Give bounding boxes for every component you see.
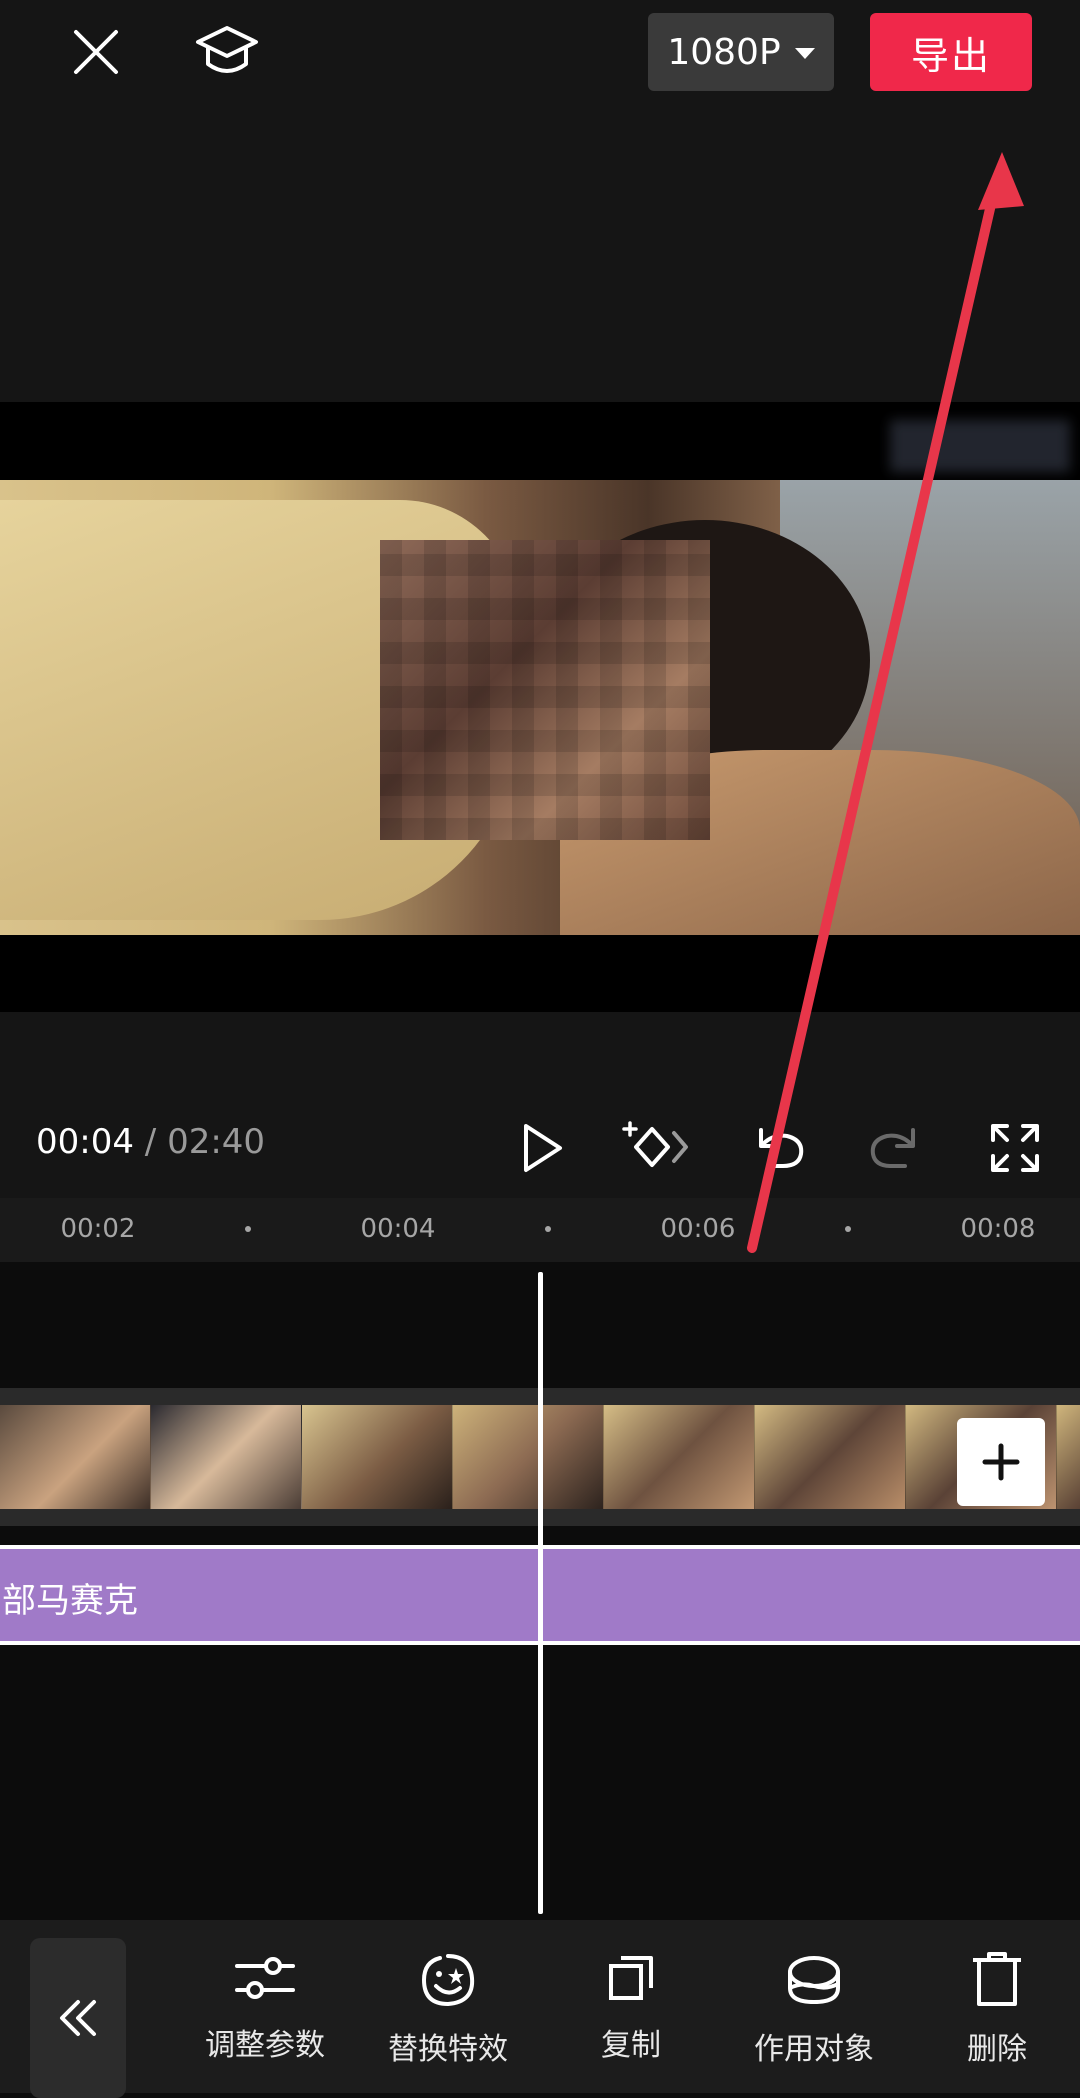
tool-replace-effect[interactable]: 替换特效 [373, 1950, 523, 2068]
clip-thumbnail [604, 1405, 755, 1509]
double-chevron-left-icon [60, 2000, 96, 2036]
ruler-dot [845, 1226, 851, 1232]
layers-icon [788, 1956, 840, 2005]
mosaic-effect [380, 540, 710, 840]
effect-track-label: 部马赛克 [2, 1581, 138, 1621]
tool-label: 调整参数 [205, 2028, 325, 2063]
tool-copy[interactable]: 复制 [556, 1950, 706, 2064]
graduation-cap-icon[interactable] [192, 20, 262, 86]
copy-icon [609, 1956, 653, 2000]
tool-label: 删除 [967, 2032, 1027, 2067]
ruler-tick: 00:02 [60, 1214, 136, 1244]
timecode: 00:04 / 02:40 [36, 1122, 265, 1162]
keyframe-icon[interactable] [618, 1114, 694, 1180]
add-clip-button[interactable] [957, 1418, 1045, 1506]
clip-thumbnail [302, 1405, 453, 1509]
ruler-tick: 00:08 [960, 1214, 1036, 1244]
trash-icon [973, 1952, 1021, 2006]
caret-down-icon [794, 47, 815, 59]
resolution-value: 1080P [667, 31, 781, 73]
clip-thumbnail [0, 1405, 151, 1509]
video-preview[interactable] [0, 480, 1080, 935]
blurred-watermark [890, 420, 1070, 472]
timeline-ruler[interactable]: 00:02 00:04 00:06 00:08 [0, 1198, 1080, 1262]
close-icon[interactable] [66, 22, 126, 82]
collapse-back-button[interactable] [30, 1938, 126, 2098]
current-time: 00:04 [36, 1122, 134, 1162]
tool-delete[interactable]: 删除 [922, 1950, 1072, 2068]
ruler-dot [545, 1226, 551, 1232]
redo-icon[interactable] [862, 1116, 928, 1180]
ruler-tick: 00:06 [660, 1214, 736, 1244]
bottom-toolbar: 调整参数 替换特效 复制 作用对象 删除 [0, 1920, 1080, 2098]
time-separator: / [144, 1122, 157, 1162]
tool-label: 作用对象 [754, 2032, 874, 2067]
tool-adjust-params[interactable]: 调整参数 [190, 1950, 340, 2064]
plus-icon [982, 1443, 1020, 1481]
playback-controls: 00:04 / 02:40 [0, 1100, 1080, 1198]
resolution-dropdown[interactable]: 1080P [648, 13, 834, 91]
preview-area [0, 110, 1080, 1110]
clip-thumbnail [755, 1405, 906, 1509]
clip-thumbnail [453, 1405, 604, 1509]
tool-target-object[interactable]: 作用对象 [739, 1950, 889, 2068]
total-time: 02:40 [167, 1122, 266, 1162]
clip-thumbnail [151, 1405, 302, 1509]
playhead[interactable] [538, 1272, 543, 1914]
undo-icon[interactable] [746, 1116, 812, 1180]
face-star-icon [421, 1954, 475, 2007]
ruler-dot [245, 1226, 251, 1232]
export-button[interactable]: 导出 [870, 13, 1032, 91]
tool-label: 替换特效 [388, 2032, 508, 2067]
clip-thumbnail [1057, 1405, 1080, 1509]
play-icon[interactable] [512, 1118, 572, 1178]
fullscreen-icon[interactable] [982, 1116, 1048, 1180]
ruler-tick: 00:04 [360, 1214, 436, 1244]
top-bar: 1080P 导出 [0, 0, 1080, 110]
sliders-icon [235, 1957, 295, 1999]
tool-label: 复制 [601, 2028, 661, 2063]
